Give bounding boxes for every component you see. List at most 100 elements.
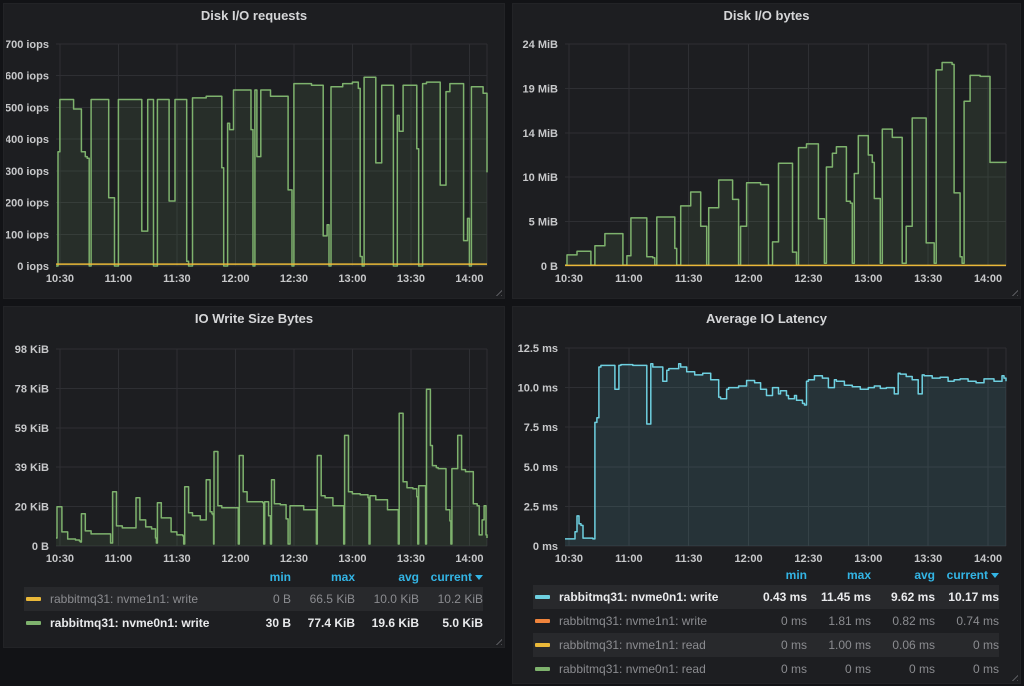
panel-io-write-size-bytes: IO Write Size Bytes 0 B20 KiB39 KiB59 Ki… <box>3 306 505 648</box>
x-axis-tick-label: 14:00 <box>455 273 483 285</box>
legend-series-name: rabbitmq31: nvme0n1: read <box>559 662 706 676</box>
y-axis-tick-label: 20 KiB <box>15 502 49 514</box>
x-axis-tick-label: 10:30 <box>555 553 583 563</box>
legend-header-avg[interactable]: avg <box>871 568 935 582</box>
y-axis-tick-label: 300 iops <box>6 166 49 178</box>
x-axis-tick-label: 12:30 <box>794 273 822 285</box>
legend-header-row: minmaxavgcurrent <box>24 567 483 587</box>
y-axis-tick-label: 0 B <box>32 541 49 553</box>
y-axis-tick-label: 5 MiB <box>529 217 558 229</box>
legend-series-name: rabbitmq31: nvme0n1: write <box>50 616 209 630</box>
legend-header-max[interactable]: max <box>291 570 355 584</box>
average-io-latency-chart[interactable]: 0 ms2.5 ms5.0 ms7.5 ms10.0 ms12.5 ms10:3… <box>515 331 1018 563</box>
legend-row: rabbitmq31: nvme1n1: write0 ms1.81 ms0.8… <box>533 609 999 633</box>
x-axis-tick-label: 13:00 <box>854 273 882 285</box>
legend-value-current: 0 ms <box>935 638 999 652</box>
x-axis-tick-label: 11:00 <box>615 273 643 285</box>
x-axis-tick-label: 14:00 <box>974 273 1002 285</box>
panel-title-disk-io-bytes[interactable]: Disk I/O bytes <box>513 4 1020 28</box>
legend-swatch-icon[interactable] <box>26 621 41 625</box>
y-axis-tick-label: 200 iops <box>6 198 49 210</box>
legend-series-label[interactable]: rabbitmq31: nvme1n1: read <box>535 638 743 652</box>
x-axis-tick-label: 10:30 <box>555 273 583 285</box>
legend-value-current: 5.0 KiB <box>419 616 483 630</box>
legend-value-max: 11.45 ms <box>807 590 871 604</box>
legend-header-min[interactable]: min <box>743 568 807 582</box>
legend-series-name: rabbitmq31: nvme0n1: write <box>559 590 718 604</box>
x-axis-tick-label: 12:00 <box>221 553 249 565</box>
legend-value-max: 77.4 KiB <box>291 616 355 630</box>
legend-header-avg[interactable]: avg <box>355 570 419 584</box>
disk-io-requests-chart[interactable]: 0 iops100 iops200 iops300 iops400 iops50… <box>6 28 502 294</box>
legend-value-min: 0 ms <box>743 614 807 628</box>
x-axis-tick-label: 11:00 <box>105 273 133 285</box>
legend-row: rabbitmq31: nvme0n1: read0 ms0 ms0 ms0 m… <box>533 657 999 681</box>
legend-value-avg: 0.06 ms <box>871 638 935 652</box>
x-axis-tick-label: 11:30 <box>163 553 191 565</box>
legend-row: rabbitmq31: nvme1n1: write0 B66.5 KiB10.… <box>24 587 483 611</box>
legend-value-avg: 9.62 ms <box>871 590 935 604</box>
legend-average-io-latency: minmaxavgcurrent rabbitmq31: nvme0n1: wri… <box>513 565 1020 681</box>
legend-value-avg: 0 ms <box>871 662 935 676</box>
legend-value-max: 1.00 ms <box>807 638 871 652</box>
legend-series-label[interactable]: rabbitmq31: nvme1n1: write <box>535 614 743 628</box>
x-axis-tick-label: 12:30 <box>794 553 822 563</box>
x-axis-tick-label: 13:30 <box>397 273 425 285</box>
x-axis-tick-label: 11:30 <box>675 553 703 563</box>
y-axis-tick-label: 0 iops <box>17 261 49 273</box>
legend-series-label[interactable]: rabbitmq31: nvme0n1: write <box>535 590 743 604</box>
x-axis-tick-label: 14:00 <box>974 553 1002 563</box>
y-axis-tick-label: 24 MiB <box>523 39 559 51</box>
legend-swatch-icon[interactable] <box>535 643 550 647</box>
x-axis-tick-label: 12:30 <box>280 553 308 565</box>
legend-series-label[interactable]: rabbitmq31: nvme0n1: write <box>26 616 227 630</box>
legend-swatch-icon[interactable] <box>535 667 550 671</box>
legend-header-current[interactable]: current <box>419 570 483 584</box>
legend-swatch-icon[interactable] <box>26 597 41 601</box>
legend-header-current[interactable]: current <box>935 568 999 582</box>
y-axis-tick-label: 10 MiB <box>523 172 559 184</box>
y-axis-tick-label: 7.5 ms <box>524 422 558 434</box>
y-axis-tick-label: 600 iops <box>6 71 49 83</box>
panel-average-io-latency: Average IO Latency 0 ms2.5 ms5.0 ms7.5 m… <box>512 306 1021 684</box>
legend-swatch-icon[interactable] <box>535 595 550 599</box>
y-axis-tick-label: 100 iops <box>6 229 49 241</box>
y-axis-tick-label: 19 MiB <box>523 83 559 95</box>
legend-header-min[interactable]: min <box>227 570 291 584</box>
io-write-size-bytes-chart[interactable]: 0 B20 KiB39 KiB59 KiB78 KiB98 KiB10:3011… <box>6 331 502 565</box>
y-axis-tick-label: 14 MiB <box>523 128 559 140</box>
y-axis-tick-label: 5.0 ms <box>524 462 558 474</box>
sort-caret-icon <box>475 575 483 580</box>
sort-caret-icon <box>991 573 999 578</box>
legend-value-min: 0 ms <box>743 662 807 676</box>
legend-swatch-icon[interactable] <box>535 619 550 623</box>
legend-value-current: 10.17 ms <box>935 590 999 604</box>
legend-value-min: 0 B <box>227 592 291 606</box>
y-axis-tick-label: 12.5 ms <box>518 343 558 355</box>
legend-value-avg: 19.6 KiB <box>355 616 419 630</box>
x-axis-tick-label: 13:30 <box>397 553 425 565</box>
x-axis-tick-label: 12:30 <box>280 273 308 285</box>
y-axis-tick-label: 78 KiB <box>15 383 49 395</box>
panel-title-disk-io-requests[interactable]: Disk I/O requests <box>4 4 504 28</box>
disk-io-bytes-chart[interactable]: 0 B 5 MiB 10 MiB 14 MiB 19 MiB 24 MiB 10:30 11:… <box>515 28 1018 294</box>
legend-value-min: 0.43 ms <box>743 590 807 604</box>
y-axis-tick-label: 700 iops <box>6 39 49 51</box>
panel-title-io-write-size-bytes[interactable]: IO Write Size Bytes <box>4 307 504 331</box>
legend-header-max[interactable]: max <box>807 568 871 582</box>
x-axis-tick-label: 13:30 <box>914 553 942 563</box>
legend-series-label[interactable]: rabbitmq31: nvme1n1: write <box>26 592 227 606</box>
legend-value-min: 30 B <box>227 616 291 630</box>
x-axis-tick-label: 13:00 <box>338 553 366 565</box>
panel-title-average-io-latency[interactable]: Average IO Latency <box>513 307 1020 331</box>
resize-handle-icon[interactable] <box>493 636 502 645</box>
legend-value-max: 0 ms <box>807 662 871 676</box>
y-axis-tick-label: 0 B <box>541 261 558 273</box>
panel-disk-io-requests: Disk I/O requests 0 iops 100 iops 200 iops… <box>3 3 505 299</box>
legend-series-name: rabbitmq31: nvme1n1: write <box>559 614 707 628</box>
legend-series-label[interactable]: rabbitmq31: nvme0n1: read <box>535 662 743 676</box>
legend-row: rabbitmq31: nvme0n1: write 0.43 ms11.45 m… <box>533 585 999 609</box>
x-axis-tick-label: 13:00 <box>854 553 882 563</box>
x-axis-tick-label: 11:00 <box>105 553 133 565</box>
x-axis-tick-label: 14:00 <box>455 553 483 565</box>
